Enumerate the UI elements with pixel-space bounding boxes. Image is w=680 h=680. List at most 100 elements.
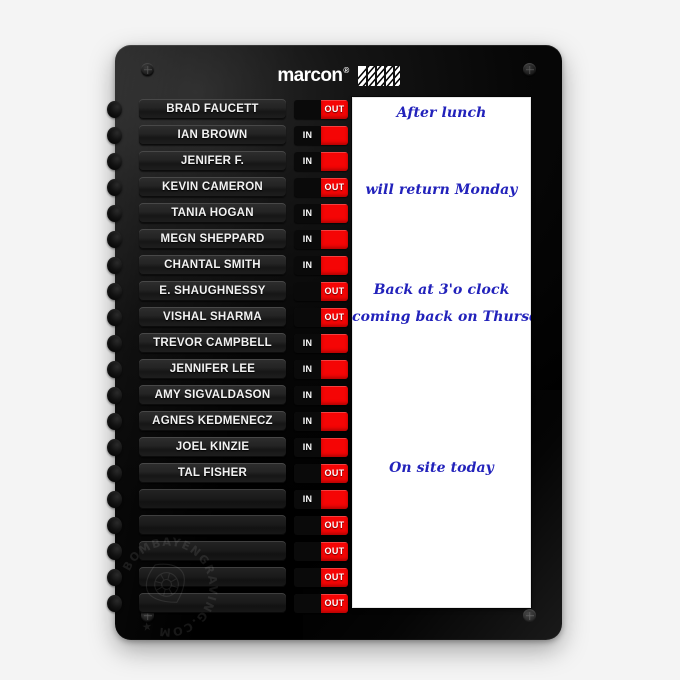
name-plate[interactable]: TREVOR CAMPBELL <box>139 333 286 353</box>
in-out-toggle[interactable]: OUT <box>294 99 348 119</box>
in-out-toggle[interactable]: OUT <box>294 541 348 561</box>
toggle-out-side: OUT <box>321 463 348 483</box>
name-plate[interactable]: MEGN SHEPPARD <box>139 229 286 249</box>
whiteboard-note: Back at 3'o clock <box>373 282 510 298</box>
name-plate-label: KEVIN CAMERON <box>161 181 263 193</box>
toggle-out-side: OUT <box>321 177 348 197</box>
name-plate-empty[interactable] <box>139 593 286 613</box>
name-plate-label: JENNIFER LEE <box>169 363 256 375</box>
toggle-in-side: IN <box>294 359 321 379</box>
name-plate-label: CHANTAL SMITH <box>164 259 261 271</box>
edge-tab <box>107 309 122 326</box>
toggle-status-label: IN <box>302 389 313 400</box>
in-out-toggle[interactable]: IN <box>294 385 348 405</box>
roster-row: TREVOR CAMPBELL IN <box>139 333 367 353</box>
in-out-status-board: marcon® BRAD FAUCETT OUT IAN BROWN IN JE… <box>107 45 562 640</box>
edge-tab <box>107 595 122 612</box>
toggle-out-side <box>321 203 348 223</box>
in-out-toggle[interactable]: IN <box>294 333 348 353</box>
roster-row: JENNIFER LEE IN <box>139 359 367 379</box>
in-out-toggle[interactable]: OUT <box>294 593 348 613</box>
name-plate[interactable]: CHANTAL SMITH <box>139 255 286 275</box>
in-out-toggle[interactable]: IN <box>294 203 348 223</box>
in-out-toggle[interactable]: IN <box>294 151 348 171</box>
name-plate[interactable]: JENIFER F. <box>139 151 286 171</box>
toggle-in-side: IN <box>294 229 321 249</box>
name-plate-label: BRAD FAUCETT <box>166 103 259 115</box>
in-out-toggle[interactable]: IN <box>294 359 348 379</box>
toggle-status-label: OUT <box>324 467 345 478</box>
edge-tab <box>107 257 122 274</box>
brand-wordmark: marcon® <box>277 66 349 85</box>
toggle-in-side: IN <box>294 255 321 275</box>
in-out-toggle[interactable]: IN <box>294 255 348 275</box>
name-plate[interactable]: VISHAL SHARMA <box>139 307 286 327</box>
roster-row: OUT <box>139 541 367 561</box>
name-plate-label: MEGN SHEPPARD <box>160 233 265 245</box>
in-out-toggle[interactable]: IN <box>294 437 348 457</box>
edge-tab <box>107 283 122 300</box>
edge-tab <box>107 517 122 534</box>
name-plate[interactable]: KEVIN CAMERON <box>139 177 286 197</box>
name-plate-label: TANIA HOGAN <box>171 207 254 219</box>
edge-tab <box>107 127 122 144</box>
name-plate[interactable]: TANIA HOGAN <box>139 203 286 223</box>
name-plate-empty[interactable] <box>139 541 286 561</box>
in-out-toggle[interactable]: IN <box>294 411 348 431</box>
name-plate[interactable]: JENNIFER LEE <box>139 359 286 379</box>
roster-row: IN <box>139 489 367 509</box>
edge-tab <box>107 335 122 352</box>
toggle-out-side: OUT <box>321 281 348 301</box>
roster-row: VISHAL SHARMA OUT <box>139 307 367 327</box>
toggle-status-label: IN <box>302 337 313 348</box>
name-plate-empty[interactable] <box>139 489 286 509</box>
roster-row: OUT <box>139 515 367 535</box>
roster-row: OUT <box>139 593 367 613</box>
in-out-toggle[interactable]: IN <box>294 125 348 145</box>
name-plate[interactable]: JOEL KINZIE <box>139 437 286 457</box>
in-out-toggle[interactable]: OUT <box>294 307 348 327</box>
in-out-toggle[interactable]: OUT <box>294 567 348 587</box>
in-out-toggle[interactable]: OUT <box>294 177 348 197</box>
name-plate[interactable]: AMY SIGVALDASON <box>139 385 286 405</box>
toggle-in-side: IN <box>294 203 321 223</box>
toggle-status-label: IN <box>302 259 313 270</box>
name-plate-label: TREVOR CAMPBELL <box>153 337 272 349</box>
toggle-out-side <box>321 125 348 145</box>
roster-row: JOEL KINZIE IN <box>139 437 367 457</box>
edge-tab <box>107 465 122 482</box>
name-plate[interactable]: IAN BROWN <box>139 125 286 145</box>
name-plate-label: TAL FISHER <box>177 467 248 479</box>
toggle-out-side: OUT <box>321 307 348 327</box>
toggle-status-label: OUT <box>324 519 345 530</box>
toggle-in-side <box>294 541 321 561</box>
toggle-out-side <box>321 229 348 249</box>
name-plate-label: AMY SIGVALDASON <box>154 389 271 401</box>
roster-row: CHANTAL SMITH IN <box>139 255 367 275</box>
toggle-status-label: OUT <box>324 311 345 322</box>
roster-list: BRAD FAUCETT OUT IAN BROWN IN JENIFER F. IN KE… <box>139 99 367 619</box>
name-plate[interactable]: BRAD FAUCETT <box>139 99 286 119</box>
in-out-toggle[interactable]: OUT <box>294 463 348 483</box>
in-out-toggle[interactable]: IN <box>294 229 348 249</box>
name-plate-empty[interactable] <box>139 515 286 535</box>
name-plate[interactable]: TAL FISHER <box>139 463 286 483</box>
toggle-status-label: OUT <box>324 285 345 296</box>
toggle-in-side <box>294 593 321 613</box>
name-plate[interactable]: E. SHAUGHNESSY <box>139 281 286 301</box>
in-out-toggle[interactable]: IN <box>294 489 348 509</box>
whiteboard-note: After lunch <box>396 105 487 121</box>
edge-tab <box>107 387 122 404</box>
whiteboard-panel[interactable]: After lunch will return Monday Back at 3'o… <box>352 97 531 608</box>
edge-tab <box>107 231 122 248</box>
whiteboard-note: coming back on Thursday <box>352 309 531 325</box>
in-out-toggle[interactable]: OUT <box>294 281 348 301</box>
in-out-toggle[interactable]: OUT <box>294 515 348 535</box>
roster-row: MEGN SHEPPARD IN <box>139 229 367 249</box>
toggle-out-side <box>321 411 348 431</box>
name-plate-empty[interactable] <box>139 567 286 587</box>
name-plate[interactable]: AGNES KEDMENECZ <box>139 411 286 431</box>
edge-tab <box>107 413 122 430</box>
name-plate-label: IAN BROWN <box>177 129 248 141</box>
whiteboard-note: will return Monday <box>365 182 518 198</box>
